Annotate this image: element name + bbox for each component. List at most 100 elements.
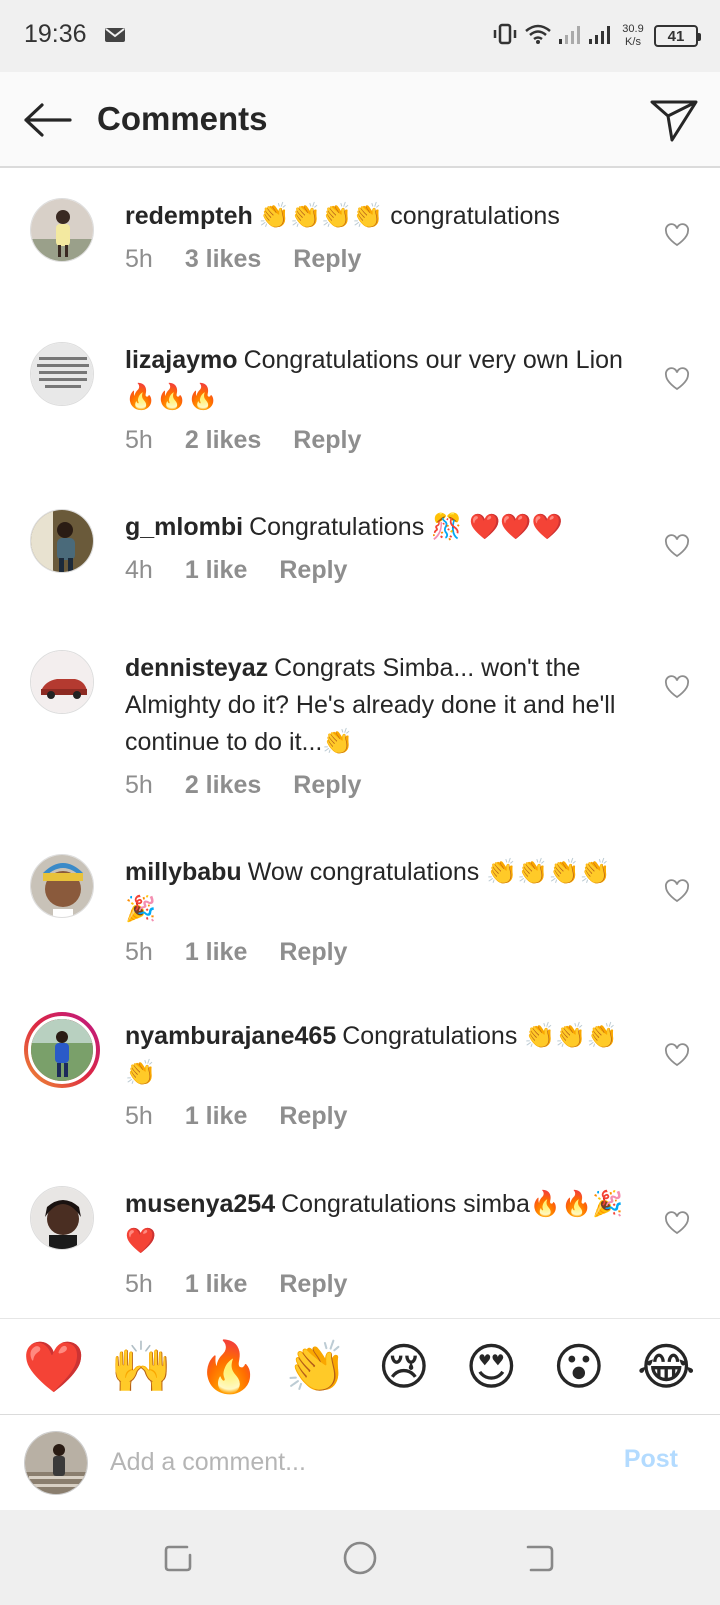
comment-username[interactable]: redempteh <box>125 202 253 230</box>
avatar <box>28 1016 96 1084</box>
like-comment-button[interactable] <box>662 876 692 906</box>
comment-meta: 5h 2 likes Reply <box>125 422 640 459</box>
vibrate-icon <box>492 22 518 51</box>
comment-body: dennisteyaz Congrats Simba... won't the A… <box>125 650 640 804</box>
comment-text: 👏👏👏👏 congratulations <box>258 202 560 230</box>
reply-button[interactable]: Reply <box>279 934 347 971</box>
emoji-heart-button[interactable]: ❤️ <box>19 1337 89 1397</box>
comment-time: 5h <box>125 771 153 799</box>
comment-body: nyamburajane465 Congratulations 👏👏👏👏 5h 1… <box>125 1018 640 1135</box>
comment-username[interactable]: musenya254 <box>125 1190 275 1218</box>
home-circle-icon <box>343 1541 377 1575</box>
like-comment-button[interactable] <box>662 672 692 702</box>
comment-time: 5h <box>125 426 153 454</box>
like-comment-button[interactable] <box>662 1208 692 1238</box>
system-nav-bar <box>0 1510 720 1605</box>
wifi-icon <box>524 23 552 50</box>
signal-2-icon <box>588 23 612 50</box>
avatar[interactable] <box>30 854 94 918</box>
network-speed: 30.9 K/s <box>618 23 648 49</box>
comment-body: millybabu Wow congratulations 👏👏👏👏🎉 5h 1 … <box>125 854 640 971</box>
emoji-surprised-button[interactable]: 😮 <box>544 1337 614 1397</box>
back-nav-button[interactable] <box>520 1538 560 1578</box>
like-comment-button[interactable] <box>662 364 692 394</box>
emoji-quick-bar: ❤️ 🙌 🔥 👏 😢 😍 😮 😂 <box>0 1318 720 1414</box>
home-button[interactable] <box>340 1538 380 1578</box>
comment-likes[interactable]: 2 likes <box>185 422 261 459</box>
reply-button[interactable]: Reply <box>293 767 361 804</box>
recents-icon <box>164 1545 192 1572</box>
speed-value: 30.9 <box>622 23 644 35</box>
comment-likes[interactable]: 2 likes <box>185 767 261 804</box>
like-comment-button[interactable] <box>662 1040 692 1070</box>
emoji-crying-button[interactable]: 😢 <box>369 1337 439 1397</box>
battery-icon: 41 <box>654 25 701 47</box>
emoji-fire-button[interactable]: 🔥 <box>194 1337 264 1397</box>
avatar[interactable] <box>30 509 94 573</box>
my-avatar <box>24 1431 88 1495</box>
comment-likes[interactable]: 1 like <box>185 1266 248 1303</box>
comment-time: 5h <box>125 1270 153 1298</box>
comment-likes[interactable]: 1 like <box>185 934 248 971</box>
comment-time: 5h <box>125 1102 153 1130</box>
comment-meta: 4h 1 like Reply <box>125 552 640 589</box>
comment-username[interactable]: nyamburajane465 <box>125 1022 336 1050</box>
comment-time: 5h <box>125 245 153 273</box>
recents-button[interactable] <box>158 1538 198 1578</box>
comment-likes[interactable]: 1 like <box>185 552 248 589</box>
avatar[interactable] <box>30 342 94 406</box>
status-time: 19:36 <box>24 20 87 48</box>
comment-time: 5h <box>125 938 153 966</box>
battery-level: 41 <box>667 27 685 45</box>
reply-button[interactable]: Reply <box>293 241 361 278</box>
back-button[interactable] <box>22 96 74 144</box>
page-title: Comments <box>97 100 268 137</box>
like-comment-button[interactable] <box>662 220 692 250</box>
heart-outline-icon <box>665 534 689 558</box>
emoji-raised-hands-button[interactable]: 🙌 <box>106 1337 176 1397</box>
comment-meta: 5h 1 like Reply <box>125 1098 640 1135</box>
comment-input[interactable] <box>110 1439 580 1485</box>
comments-list[interactable]: redempteh 👏👏👏👏 congratulations 5h 3 likes… <box>0 168 720 1318</box>
comment-username[interactable]: lizajaymo <box>125 346 238 374</box>
emoji-clap-button[interactable]: 👏 <box>281 1337 351 1397</box>
comment-time: 4h <box>125 556 153 584</box>
comment-likes[interactable]: 1 like <box>185 1098 248 1135</box>
speed-unit: K/s <box>625 36 641 48</box>
comment-meta: 5h 2 likes Reply <box>125 767 640 804</box>
comment-username[interactable]: dennisteyaz <box>125 654 268 682</box>
comment-body: musenya254 Congratulations simba🔥🔥🎉❤️ 5h … <box>125 1186 640 1303</box>
heart-outline-icon <box>665 1043 689 1067</box>
avatar[interactable] <box>30 650 94 714</box>
heart-outline-icon <box>665 675 689 699</box>
paper-plane-icon <box>650 100 698 142</box>
comment-meta: 5h 1 like Reply <box>125 1266 640 1303</box>
comment-meta: 5h 3 likes Reply <box>125 241 640 278</box>
status-icons: 30.9 K/s 41 <box>492 18 701 54</box>
reply-button[interactable]: Reply <box>293 422 361 459</box>
reply-button[interactable]: Reply <box>279 552 347 589</box>
reply-button[interactable]: Reply <box>279 1266 347 1303</box>
comment-composer: Post <box>0 1414 720 1510</box>
comment-likes[interactable]: 3 likes <box>185 241 261 278</box>
comment-username[interactable]: g_mlombi <box>125 513 243 541</box>
heart-outline-icon <box>665 367 689 391</box>
arrow-left-icon <box>24 103 72 137</box>
status-bar: 19:36 30.9 K/s 41 <box>0 0 720 72</box>
comment-body: redempteh 👏👏👏👏 congratulations 5h 3 likes… <box>125 198 640 278</box>
share-button[interactable] <box>648 94 700 146</box>
like-comment-button[interactable] <box>662 531 692 561</box>
avatar[interactable] <box>30 1186 94 1250</box>
reply-button[interactable]: Reply <box>279 1098 347 1135</box>
emoji-laughing-button[interactable]: 😂 <box>631 1337 701 1397</box>
mail-notification-icon <box>104 26 126 49</box>
heart-outline-icon <box>665 223 689 247</box>
emoji-heart-eyes-button[interactable]: 😍 <box>456 1337 526 1397</box>
avatar[interactable] <box>30 198 94 262</box>
avatar-story-ring[interactable] <box>24 1012 100 1088</box>
heart-outline-icon <box>665 879 689 903</box>
comment-body: g_mlombi Congratulations 🎊 ❤️❤️❤️ 4h 1 li… <box>125 509 640 589</box>
heart-outline-icon <box>665 1211 689 1235</box>
post-button[interactable]: Post <box>624 1445 678 1474</box>
comment-username[interactable]: millybabu <box>125 858 242 886</box>
